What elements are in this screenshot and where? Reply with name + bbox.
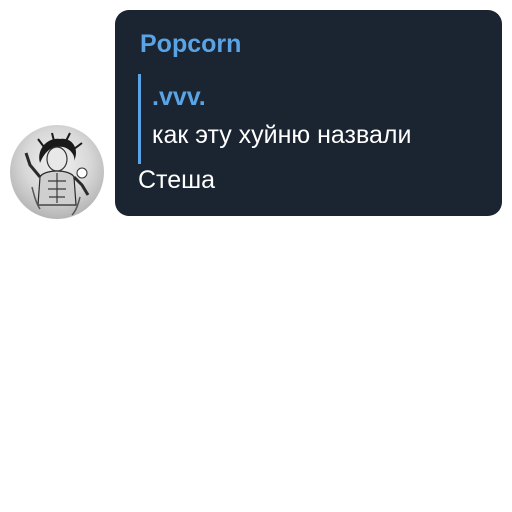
chat-canvas: Popcorn .vvv. как эту хуйню назвали Стеш… (0, 0, 512, 512)
avatar[interactable] (10, 125, 104, 219)
sender-name[interactable]: Popcorn (140, 30, 241, 59)
reply-author: .vvv. (152, 83, 206, 111)
manga-character-avatar-icon (24, 132, 90, 216)
message-text: Стеша (138, 166, 216, 194)
reply-quote[interactable]: .vvv. как эту хуйню назвали (138, 74, 411, 164)
reply-text: как эту хуйню назвали (152, 121, 412, 149)
message-bubble[interactable]: Popcorn .vvv. как эту хуйню назвали Стеш… (115, 10, 502, 216)
